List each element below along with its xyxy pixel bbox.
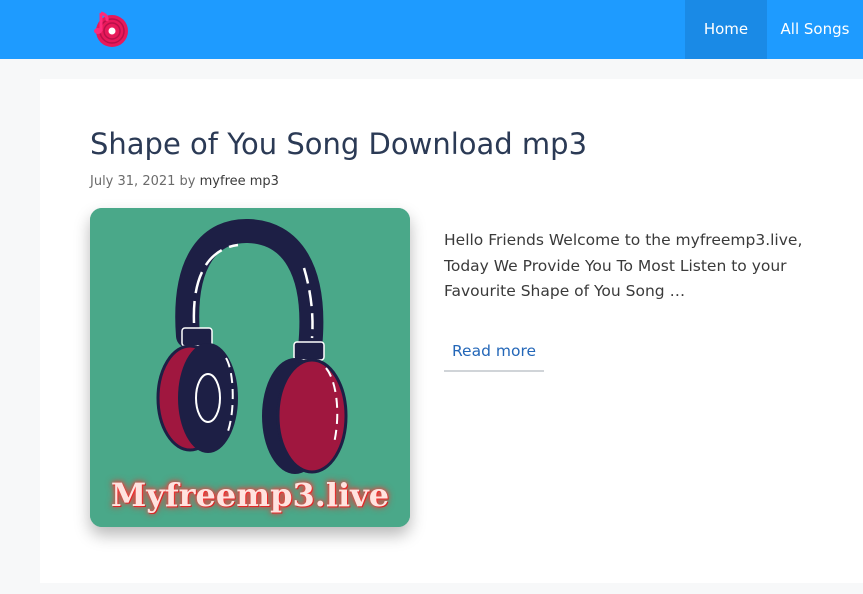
nav-all-songs[interactable]: All Songs <box>767 0 863 59</box>
post-by-label: by <box>179 174 196 189</box>
nav-home[interactable]: Home <box>685 0 767 59</box>
post-card: Shape of You Song Download mp3 July 31, … <box>40 79 863 583</box>
post-title[interactable]: Shape of You Song Download mp3 <box>90 127 587 161</box>
music-disc-logo-icon[interactable] <box>91 9 129 49</box>
site-header: Home All Songs <box>0 0 863 59</box>
post-author[interactable]: myfree mp3 <box>200 174 279 189</box>
post-meta: July 31, 2021 by myfree mp3 <box>90 174 279 189</box>
post-thumbnail[interactable]: Myfreemp3.live <box>90 208 410 527</box>
post-date[interactable]: July 31, 2021 <box>90 174 175 189</box>
thumbnail-caption: Myfreemp3.live <box>110 476 390 514</box>
post-excerpt: Hello Friends Welcome to the myfreemp3.l… <box>444 231 803 300</box>
read-more-link[interactable]: Read more <box>444 333 544 372</box>
